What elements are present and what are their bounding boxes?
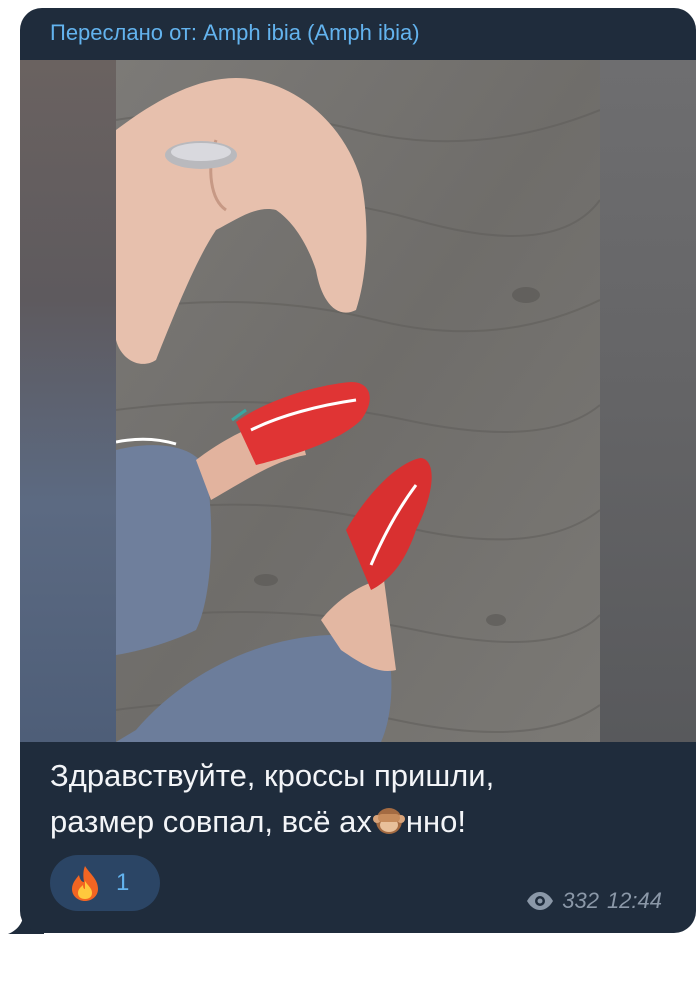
caption-line-2-start: размер совпал, всё ах [50,804,372,839]
photo-attachment[interactable] [20,60,696,742]
message-bubble[interactable]: Переслано от: Amph ibia (Amph ibia) Здра… [20,8,696,933]
see-no-evil-monkey-icon [372,808,405,834]
photo-image[interactable] [116,60,600,742]
forwarded-from-label[interactable]: Переслано от: Amph ibia (Amph ibia) [50,20,420,46]
views-count: 332 [562,888,599,913]
reaction-count: 1 [116,869,130,896]
message-text: Здравствуйте, кроссы пришли, размер совп… [50,753,670,845]
fire-icon [72,866,98,901]
photo-blur-left [20,60,116,742]
photo-illustration [116,60,600,742]
caption-line-1: Здравствуйте, кроссы пришли, [50,758,495,793]
message-time: 12:44 [606,888,662,913]
photo-blur-right [600,60,696,742]
message-meta: 332 12:44 [526,888,662,914]
caption-line-2: размер совпал, всё ах нно! [50,799,670,845]
reaction-chip[interactable]: 1 [50,855,160,911]
caption-line-2-end: нно! [405,804,466,839]
views-eye-icon [527,892,554,910]
